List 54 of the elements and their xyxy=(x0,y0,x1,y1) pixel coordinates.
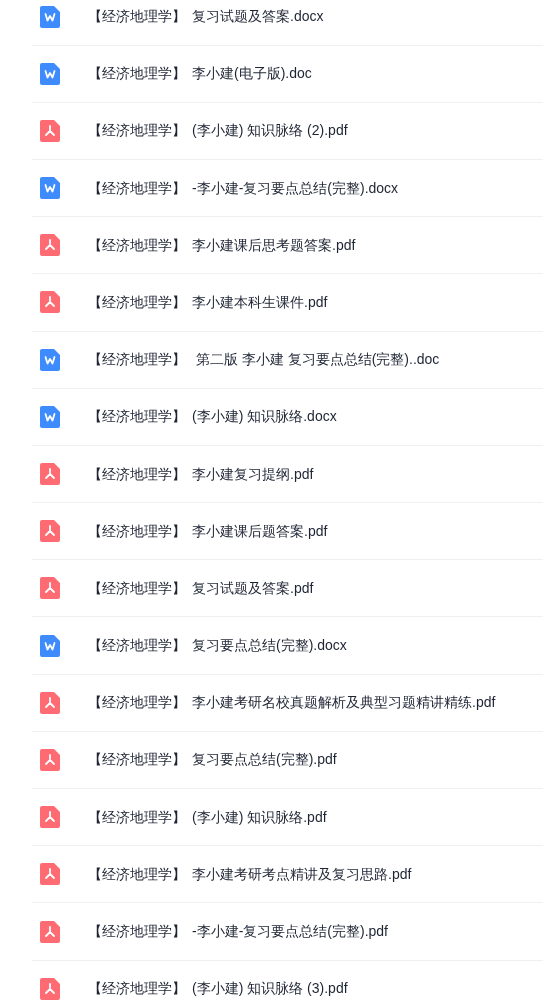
file-name[interactable]: 李小建(电子版).doc xyxy=(192,63,312,85)
file-name[interactable]: (李小建) 知识脉络 (3).pdf xyxy=(192,978,348,1000)
pdf-document-icon xyxy=(40,463,60,485)
file-category: 【经济地理学】 xyxy=(88,350,186,370)
file-category: 【经济地理学】 xyxy=(88,693,186,713)
file-category: 【经济地理学】 xyxy=(88,636,186,656)
file-category: 【经济地理学】 xyxy=(88,235,186,255)
file-name[interactable]: (李小建) 知识脉络 (2).pdf xyxy=(192,120,348,142)
file-name[interactable]: 复习要点总结(完整).pdf xyxy=(192,749,337,771)
file-name[interactable]: -李小建-复习要点总结(完整).docx xyxy=(192,177,399,199)
pdf-document-icon xyxy=(40,119,60,142)
pdf-document-icon xyxy=(40,806,60,829)
file-name[interactable]: 第二版 李小建 复习要点总结(完整)..doc xyxy=(192,349,440,371)
file-category: 【经济地理学】 xyxy=(88,521,186,541)
file-category: 【经济地理学】 xyxy=(88,578,186,598)
file-name[interactable]: (李小建) 知识脉络.pdf xyxy=(192,806,327,828)
file-category: 【经济地理学】 xyxy=(88,922,186,941)
file-category: 【经济地理学】 xyxy=(88,807,186,827)
file-name[interactable]: 李小建复习提纲.pdf xyxy=(192,463,314,485)
file-category: 【经济地理学】 xyxy=(88,979,186,999)
file-name[interactable]: 复习试题及答案.docx xyxy=(192,6,324,27)
file-name[interactable]: 复习试题及答案.pdf xyxy=(192,577,314,599)
word-document-icon xyxy=(40,634,60,657)
pdf-document-icon xyxy=(40,577,60,600)
file-category: 【经济地理学】 xyxy=(88,64,186,84)
pdf-document-icon xyxy=(40,234,60,257)
pdf-document-icon xyxy=(40,520,60,543)
pdf-document-icon xyxy=(40,977,60,1000)
word-document-icon xyxy=(40,405,60,428)
file-category: 【经济地理学】 xyxy=(88,7,186,26)
file-category: 【经济地理学】 xyxy=(88,464,186,484)
word-document-icon xyxy=(40,177,60,200)
file-category: 【经济地理学】 xyxy=(88,407,186,427)
pdf-document-icon xyxy=(40,748,60,771)
word-document-icon xyxy=(40,62,60,85)
file-name[interactable]: 复习要点总结(完整).docx xyxy=(192,635,347,657)
file-name[interactable]: 李小建课后思考题答案.pdf xyxy=(192,234,356,256)
file-name[interactable]: (李小建) 知识脉络.docx xyxy=(192,406,337,428)
file-name[interactable]: 李小建考研考点精讲及复习思路.pdf xyxy=(192,863,412,885)
pdf-document-icon xyxy=(40,291,60,314)
pdf-document-icon xyxy=(40,691,60,714)
file-name[interactable]: -李小建-复习要点总结(完整).pdf xyxy=(192,921,388,942)
file-name[interactable]: 李小建课后题答案.pdf xyxy=(192,520,328,542)
file-category: 【经济地理学】 xyxy=(88,121,186,141)
file-category: 【经济地理学】 xyxy=(88,750,186,770)
file-category: 【经济地理学】 xyxy=(88,292,186,312)
pdf-document-icon xyxy=(40,863,60,886)
file-name[interactable]: 李小建考研名校真题解析及典型习题精讲精练.pdf xyxy=(192,692,496,714)
file-name[interactable]: 李小建本科生课件.pdf xyxy=(192,291,328,313)
pdf-document-icon xyxy=(40,920,60,943)
file-category: 【经济地理学】 xyxy=(88,178,186,198)
word-document-icon xyxy=(40,348,60,371)
file-category: 【经济地理学】 xyxy=(88,864,186,884)
word-document-icon xyxy=(40,5,60,28)
